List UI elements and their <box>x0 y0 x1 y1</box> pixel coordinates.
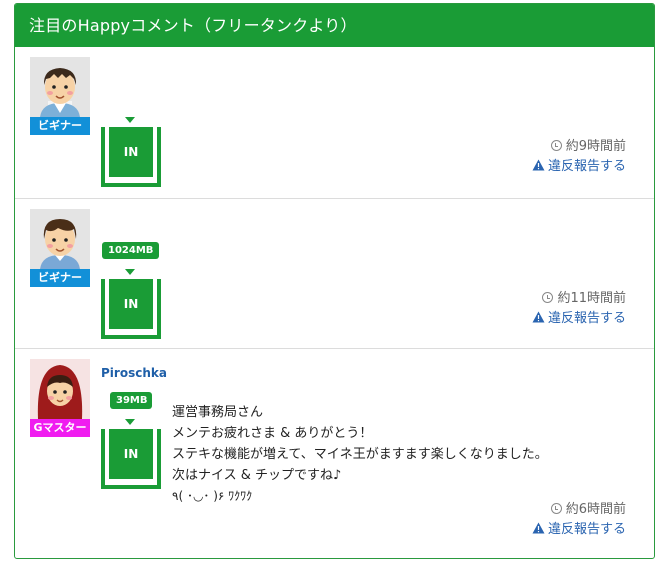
comment-meta: 約9時間前 違反報告する <box>532 137 626 177</box>
rank-badge: Gマスター <box>30 419 90 437</box>
comment-text: 運営事務局さん メンテお疲れさま & ありがとう！ ステキな機能が増えて、マイネ… <box>172 402 548 507</box>
timestamp: 約9時間前 <box>532 137 626 157</box>
timestamp: 約11時間前 <box>532 289 626 309</box>
rank-badge: ビギナー <box>30 117 90 135</box>
warning-icon <box>532 522 545 534</box>
comment-item: ビギナー IN 約9時間前 違反報告する <box>15 47 654 199</box>
user-avatar[interactable]: ビギナー <box>30 209 90 287</box>
size-badge: 1024MB <box>102 242 159 259</box>
username-link[interactable]: Piroschka <box>101 366 167 380</box>
comment-line: メンテお疲れさま & ありがとう！ <box>172 426 373 441</box>
size-pointer-icon <box>125 117 135 123</box>
comment-meta: 約11時間前 違反報告する <box>532 289 626 329</box>
comment-line: ٩( ･◡･ )۶ ﾜｸﾜｸ <box>172 489 253 503</box>
comment-line: 運営事務局さん <box>172 405 264 420</box>
in-label: IN <box>109 127 153 177</box>
report-link[interactable]: 違反報告する <box>532 157 626 177</box>
warning-icon <box>532 159 545 171</box>
panel-title: 注目のHappyコメント（フリータンクより） <box>15 4 654 47</box>
size-pointer-icon <box>125 419 135 425</box>
in-label: IN <box>109 279 153 329</box>
report-link[interactable]: 違反報告する <box>532 520 626 540</box>
warning-icon <box>532 311 545 323</box>
clock-icon <box>550 140 562 151</box>
happy-comments-panel: 注目のHappyコメント（フリータンクより） ビギナー IN 約9時間前 違反報… <box>14 3 655 559</box>
comment-meta: 約6時間前 違反報告する <box>532 500 626 540</box>
size-badge: 39MB <box>110 392 152 409</box>
report-link[interactable]: 違反報告する <box>532 309 626 329</box>
rank-badge: ビギナー <box>30 269 90 287</box>
in-box: IN <box>101 279 161 339</box>
comment-line: ステキな機能が増えて、マイネ王がますます楽しくなりました。 <box>172 447 548 462</box>
clock-icon <box>550 503 562 514</box>
user-avatar[interactable]: Gマスター <box>30 359 90 437</box>
timestamp: 約6時間前 <box>532 500 626 520</box>
in-label: IN <box>109 429 153 479</box>
size-pointer-icon <box>125 269 135 275</box>
comment-line: 次はナイス & チップですね♪ <box>172 468 342 483</box>
beginner-man-avatar-icon <box>30 57 90 117</box>
user-avatar[interactable]: ビギナー <box>30 57 90 135</box>
beginner-boy-avatar-icon <box>30 209 90 269</box>
gmaster-red-hood-avatar-icon <box>30 359 90 419</box>
in-box: IN <box>101 127 161 187</box>
comment-item: Gマスター Piroschka 39MB IN 運営事務局さん メンテお疲れさま… <box>15 349 654 558</box>
clock-icon <box>542 292 554 303</box>
comment-item: ビギナー 1024MB IN 約11時間前 違反報告する <box>15 199 654 349</box>
in-box: IN <box>101 429 161 489</box>
